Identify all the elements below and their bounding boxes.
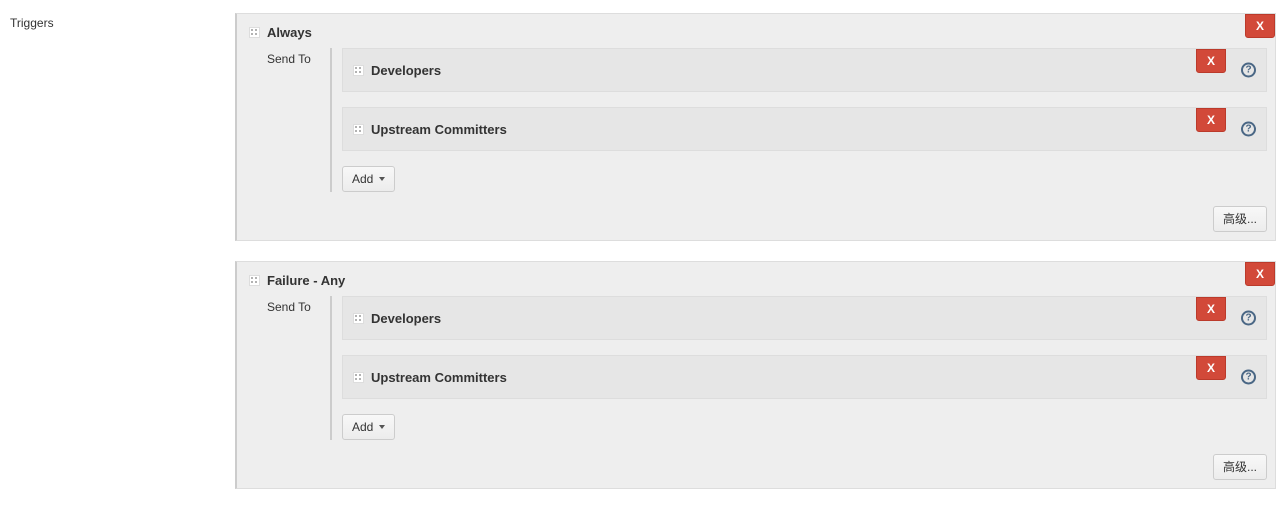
- recipient-row-upstream-committers: Upstream Committers X ?: [342, 107, 1267, 151]
- trigger-delete-button[interactable]: X: [1245, 14, 1275, 38]
- chevron-down-icon: [379, 425, 385, 429]
- triggers-section-label: Triggers: [10, 16, 54, 30]
- send-to-label: Send To: [245, 48, 330, 66]
- triggers-config: Triggers X Always Send To Developers X: [0, 0, 1286, 519]
- add-recipient-button[interactable]: Add: [342, 414, 395, 440]
- drag-handle-icon[interactable]: [353, 372, 364, 383]
- drag-handle-icon[interactable]: [249, 27, 260, 38]
- trigger-block-always: X Always Send To Developers X ?: [235, 13, 1276, 241]
- trigger-header[interactable]: Failure - Any: [245, 273, 1267, 288]
- trigger-block-failure-any: X Failure - Any Send To Developers X ?: [235, 261, 1276, 489]
- trigger-delete-button[interactable]: X: [1245, 262, 1275, 286]
- recipient-row-developers: Developers X ?: [342, 296, 1267, 340]
- recipient-delete-button[interactable]: X: [1196, 49, 1226, 73]
- send-to-content: Developers X ? Upstream Committers X ? A…: [330, 296, 1267, 440]
- trigger-header[interactable]: Always: [245, 25, 1267, 40]
- help-icon[interactable]: ?: [1241, 122, 1256, 137]
- recipient-name: Upstream Committers: [371, 122, 507, 137]
- drag-handle-icon[interactable]: [353, 124, 364, 135]
- trigger-title: Failure - Any: [267, 273, 345, 288]
- recipient-name: Developers: [371, 311, 441, 326]
- triggers-list: X Always Send To Developers X ?: [235, 13, 1276, 509]
- drag-handle-icon[interactable]: [353, 313, 364, 324]
- add-recipient-button[interactable]: Add: [342, 166, 395, 192]
- recipient-delete-button[interactable]: X: [1196, 297, 1226, 321]
- sidebar: Triggers: [10, 13, 235, 30]
- add-button-label: Add: [352, 172, 373, 186]
- advanced-button-label: 高级...: [1223, 212, 1257, 226]
- recipient-row-upstream-committers: Upstream Committers X ?: [342, 355, 1267, 399]
- recipient-name: Developers: [371, 63, 441, 78]
- recipient-name: Upstream Committers: [371, 370, 507, 385]
- help-icon[interactable]: ?: [1241, 311, 1256, 326]
- trigger-title: Always: [267, 25, 312, 40]
- advanced-button[interactable]: 高级...: [1213, 454, 1267, 480]
- help-icon[interactable]: ?: [1241, 370, 1256, 385]
- advanced-button[interactable]: 高级...: [1213, 206, 1267, 232]
- add-button-label: Add: [352, 420, 373, 434]
- drag-handle-icon[interactable]: [353, 65, 364, 76]
- recipient-delete-button[interactable]: X: [1196, 356, 1226, 380]
- send-to-content: Developers X ? Upstream Committers X ? A…: [330, 48, 1267, 192]
- recipient-delete-button[interactable]: X: [1196, 108, 1226, 132]
- send-to-label: Send To: [245, 296, 330, 314]
- help-icon[interactable]: ?: [1241, 63, 1256, 78]
- recipient-row-developers: Developers X ?: [342, 48, 1267, 92]
- drag-handle-icon[interactable]: [249, 275, 260, 286]
- chevron-down-icon: [379, 177, 385, 181]
- advanced-button-label: 高级...: [1223, 460, 1257, 474]
